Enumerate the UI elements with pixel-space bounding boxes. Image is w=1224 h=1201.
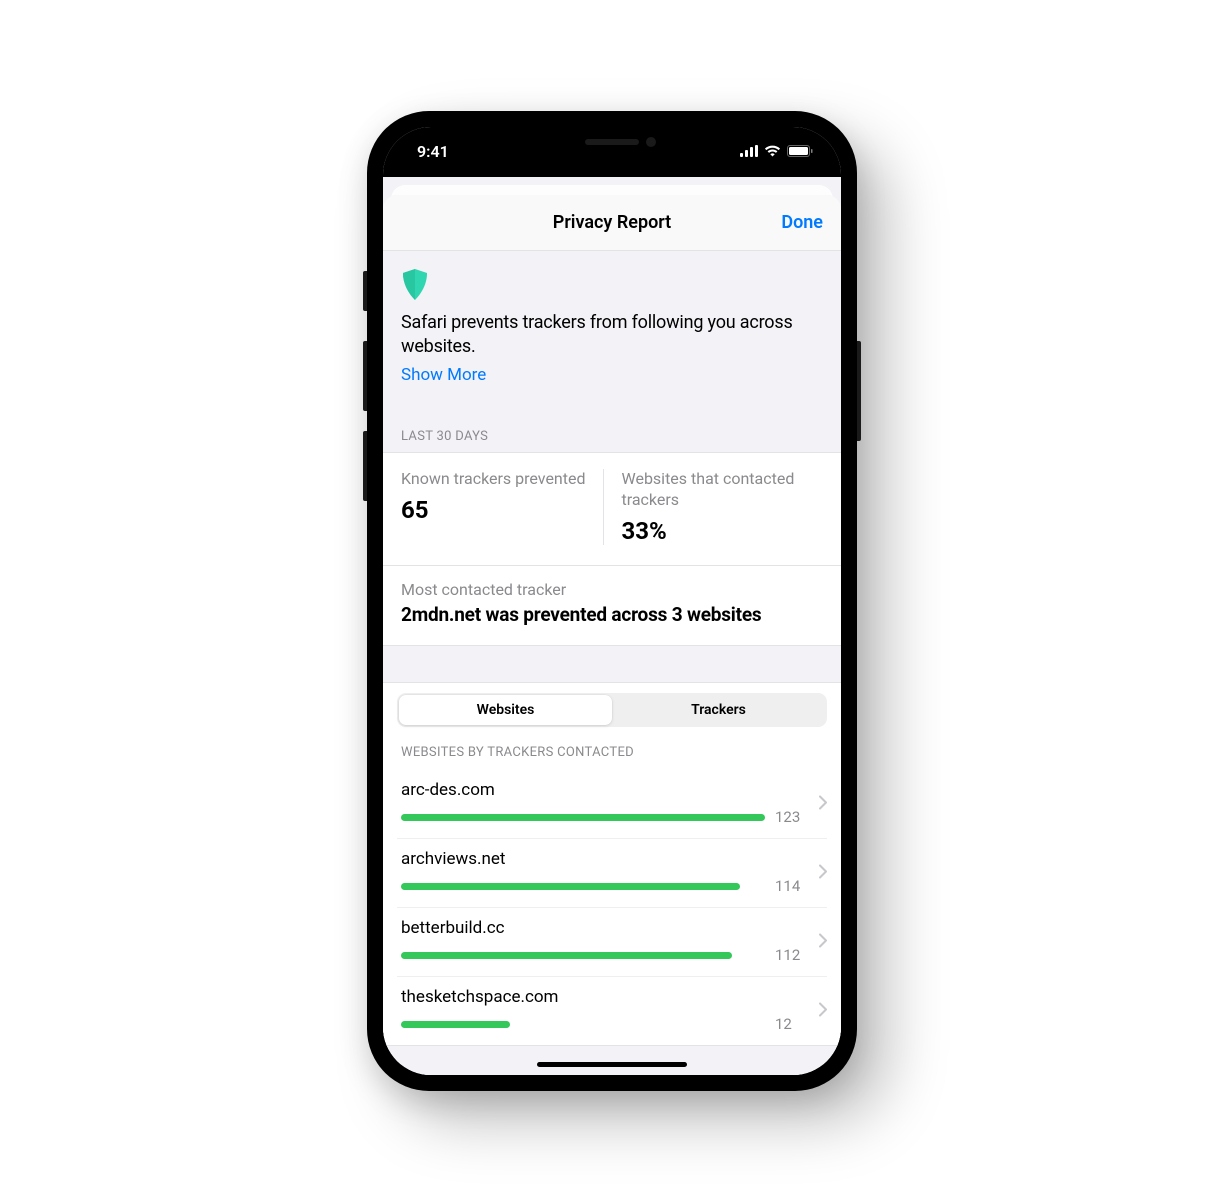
home-indicator[interactable]: [537, 1062, 687, 1067]
tracker-count: 112: [775, 946, 805, 964]
most-contacted-label: Most contacted tracker: [401, 580, 823, 599]
segmented-control[interactable]: Websites Trackers: [397, 693, 827, 727]
shield-icon: [401, 269, 429, 301]
screen: 9:41 Privacy Report Done: [383, 127, 841, 1075]
stat-contacted-value: 33%: [622, 517, 810, 545]
stat-known-trackers: Known trackers prevented 65: [401, 469, 603, 545]
most-contacted-text: 2mdn.net was prevented across 3 websites: [401, 603, 823, 628]
chevron-right-icon: [819, 795, 827, 814]
site-list: arc-des.com 123 archviews.net 114 better…: [397, 770, 827, 1045]
site-domain: archviews.net: [401, 849, 805, 869]
chevron-right-icon: [819, 933, 827, 952]
privacy-report-sheet: Privacy Report Done Safari prevents trac…: [383, 195, 841, 1075]
cellular-icon: [740, 142, 758, 161]
stat-contacted-trackers: Websites that contacted trackers 33%: [603, 469, 824, 545]
stat-known-label: Known trackers prevented: [401, 469, 589, 490]
period-label: LAST 30 DAYS: [383, 405, 841, 452]
tracker-bar: [401, 814, 765, 821]
tracker-bar: [401, 952, 765, 959]
site-row[interactable]: betterbuild.cc 112: [397, 908, 827, 977]
list-header: WEBSITES BY TRACKERS CONTACTED: [397, 727, 827, 770]
chevron-right-icon: [819, 864, 827, 883]
site-domain: arc-des.com: [401, 780, 805, 800]
stats-card: Known trackers prevented 65 Websites tha…: [383, 452, 841, 646]
site-domain: betterbuild.cc: [401, 918, 805, 938]
sheet-title: Privacy Report: [553, 212, 671, 233]
segment-trackers[interactable]: Trackers: [612, 695, 825, 725]
list-section: Websites Trackers WEBSITES BY TRACKERS C…: [383, 682, 841, 1046]
segment-websites[interactable]: Websites: [399, 695, 612, 725]
intro-section: Safari prevents trackers from following …: [383, 251, 841, 406]
show-more-link[interactable]: Show More: [401, 365, 486, 385]
wifi-icon: [764, 142, 781, 161]
tracker-count: 12: [775, 1015, 805, 1033]
done-button[interactable]: Done: [781, 212, 823, 233]
tracker-count: 123: [775, 808, 805, 826]
stat-known-value: 65: [401, 496, 589, 524]
most-contacted-row: Most contacted tracker 2mdn.net was prev…: [383, 565, 841, 646]
tracker-bar: [401, 1021, 765, 1028]
site-row[interactable]: archviews.net 114: [397, 839, 827, 908]
site-row[interactable]: arc-des.com 123: [397, 770, 827, 839]
site-row[interactable]: thesketchspace.com 12: [397, 977, 827, 1045]
chevron-right-icon: [819, 1002, 827, 1021]
phone-frame: 9:41 Privacy Report Done: [367, 111, 857, 1091]
stat-contacted-label: Websites that contacted trackers: [622, 469, 810, 511]
tracker-count: 114: [775, 877, 805, 895]
notch: [512, 127, 712, 157]
tracker-bar: [401, 883, 765, 890]
status-time: 9:41: [417, 142, 449, 161]
sheet-header: Privacy Report Done: [383, 195, 841, 251]
battery-icon: [787, 142, 813, 161]
intro-text: Safari prevents trackers from following …: [401, 311, 823, 360]
site-domain: thesketchspace.com: [401, 987, 805, 1007]
sheet-body[interactable]: Safari prevents trackers from following …: [383, 251, 841, 1075]
